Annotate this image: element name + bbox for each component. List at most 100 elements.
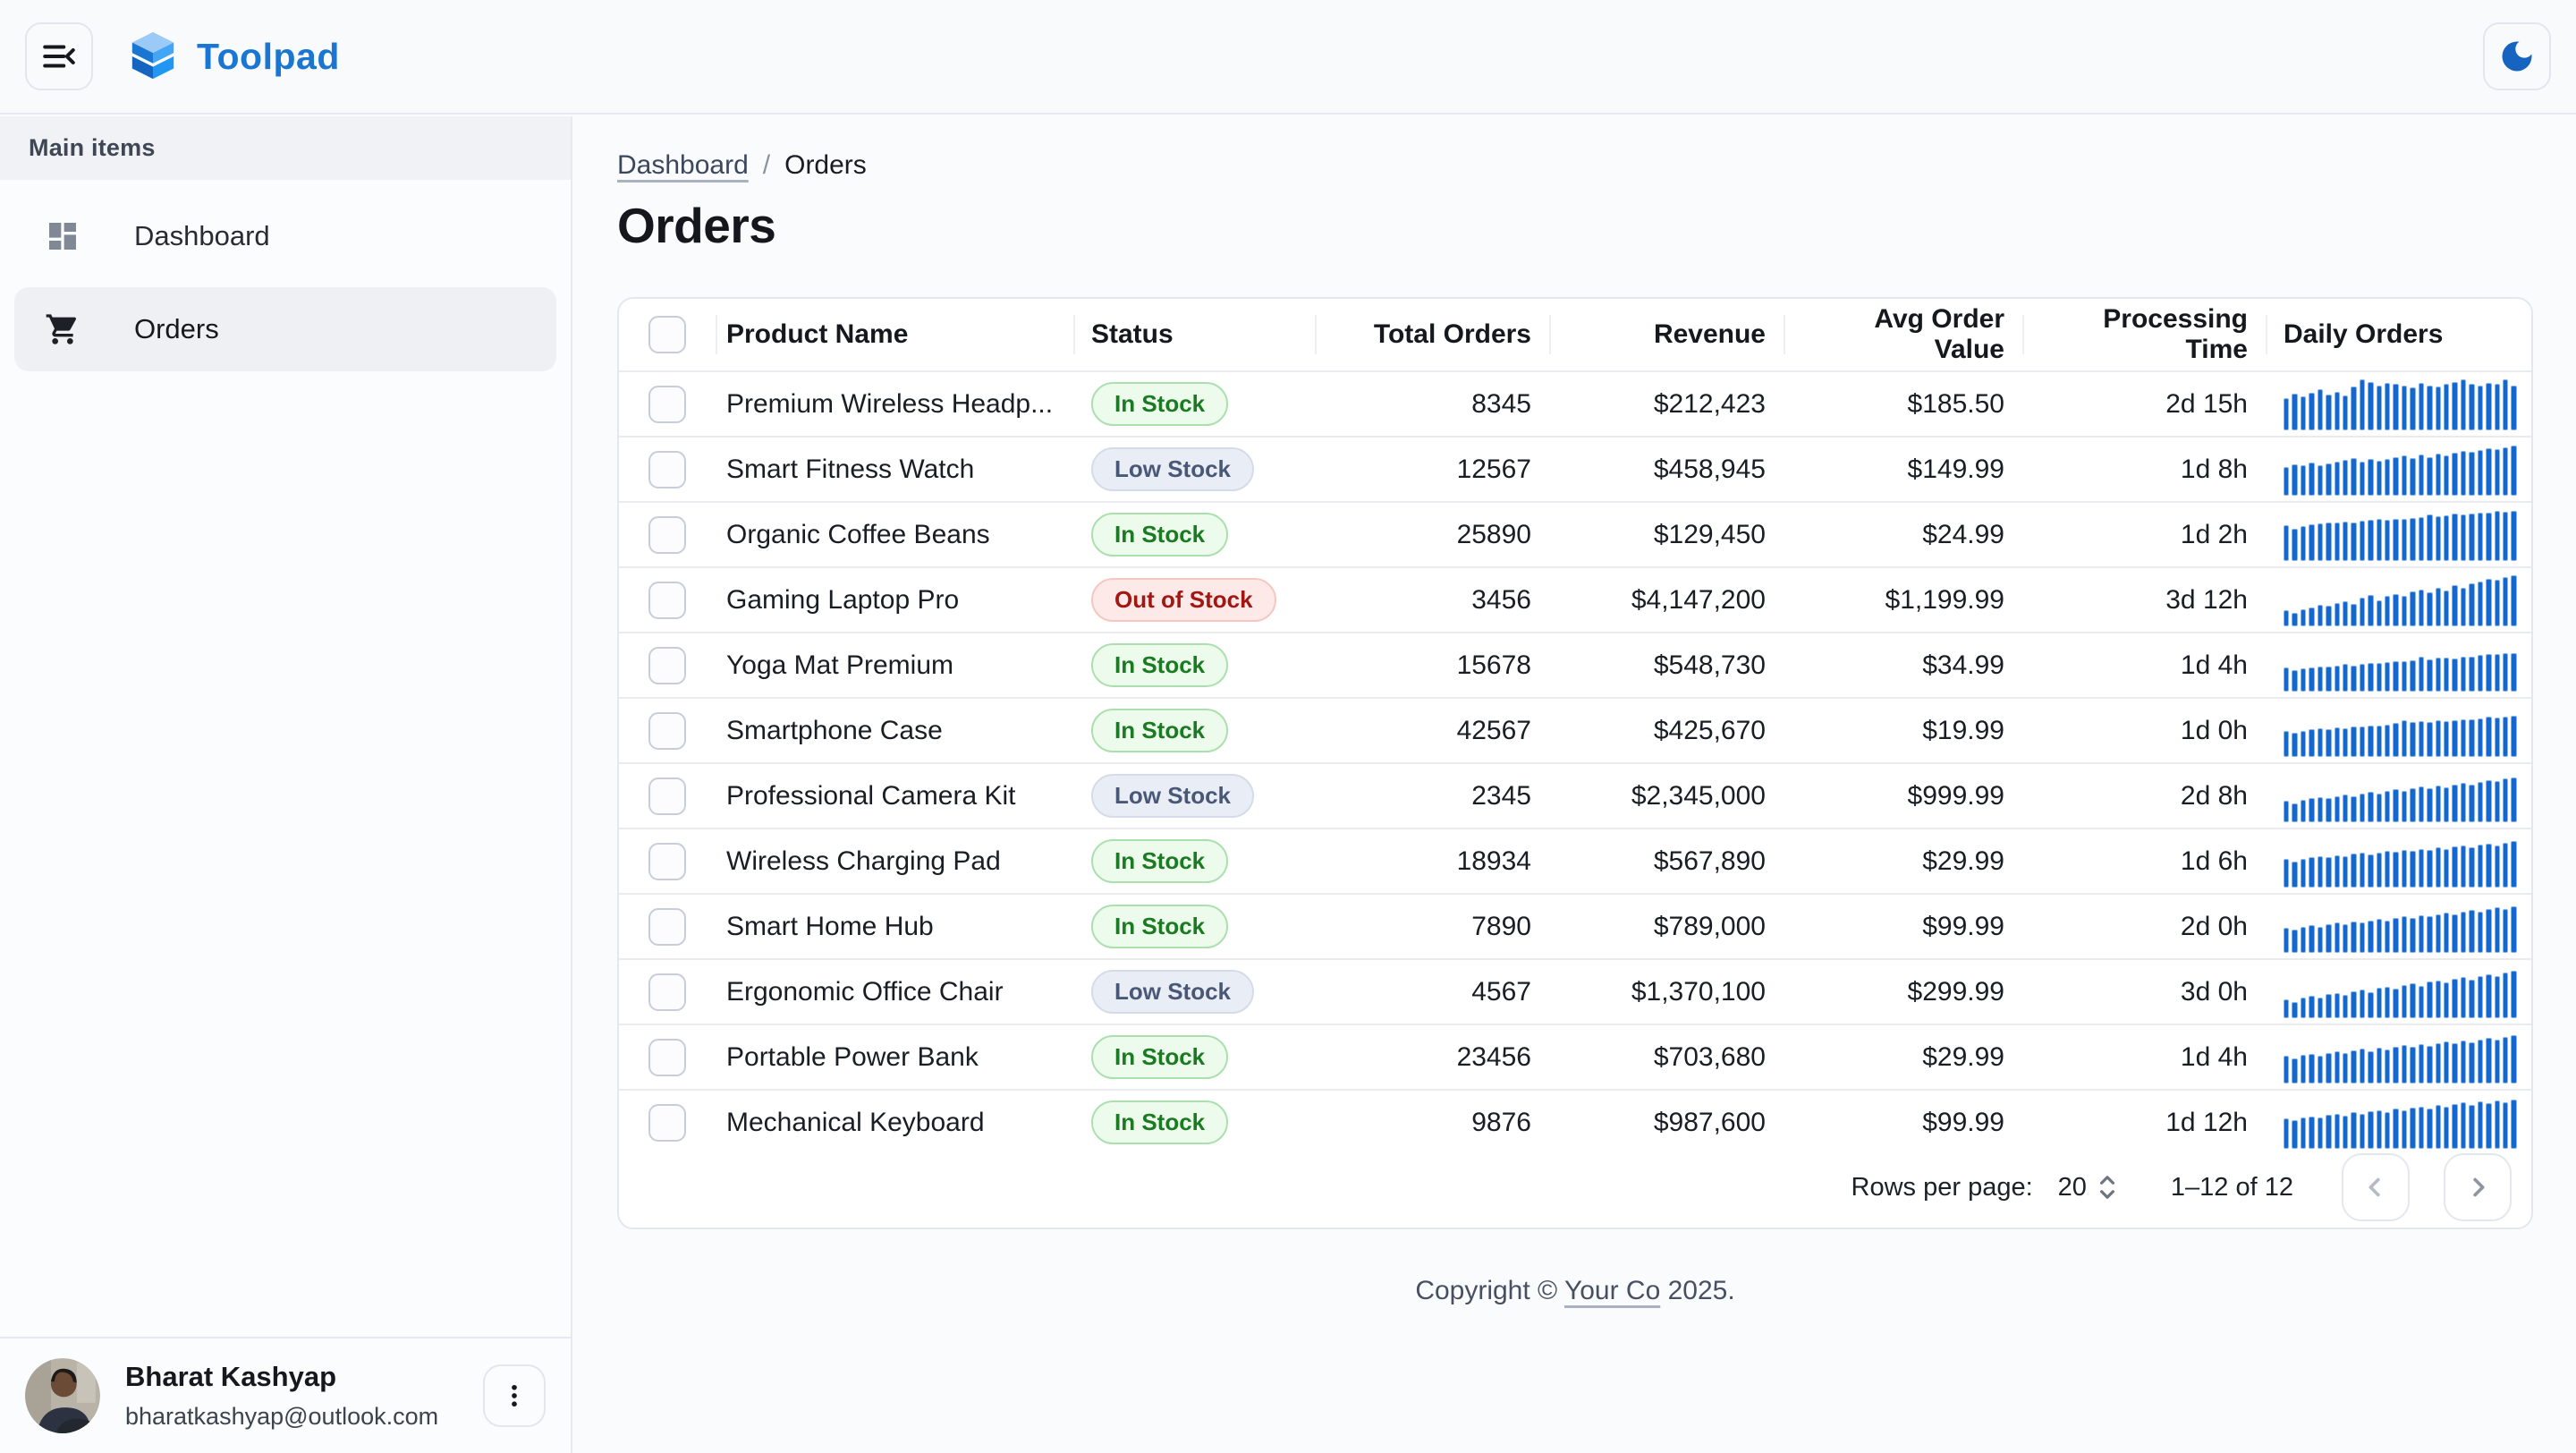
sparkline-bar: [2326, 1053, 2331, 1083]
row-checkbox[interactable]: [648, 582, 686, 619]
table-row: Ergonomic Office ChairLow Stock4567$1,37…: [619, 958, 2531, 1024]
sparkline-bar: [2503, 717, 2508, 757]
daily-orders-sparkline: [2284, 1097, 2517, 1149]
sparkline-bar: [2503, 447, 2508, 495]
sparkline-bar: [2478, 386, 2483, 430]
row-checkbox[interactable]: [648, 777, 686, 815]
status-badge: Out of Stock: [1091, 578, 1276, 622]
sparkline-bar: [2478, 782, 2483, 822]
processing-time-cell: 2d 15h: [2022, 389, 2266, 420]
daily-orders-sparkline: [2284, 770, 2517, 822]
sparkline-bar: [2511, 777, 2516, 822]
rows-per-page-value: 20: [2058, 1173, 2087, 1202]
sparkline-bar: [2334, 727, 2340, 756]
row-checkbox[interactable]: [648, 908, 686, 946]
sidebar-item-dashboard[interactable]: Dashboard: [14, 194, 556, 278]
total-orders-cell: 7890: [1315, 912, 1549, 942]
table-body: Premium Wireless Headp...In Stock8345$21…: [619, 370, 2531, 1154]
total-orders-cell: 23456: [1315, 1042, 1549, 1073]
sparkline-bar: [2511, 971, 2516, 1017]
row-checkbox[interactable]: [648, 451, 686, 489]
product-name-cell: Portable Power Bank: [716, 1042, 1073, 1073]
sparkline-bar: [2461, 451, 2466, 495]
breadcrumb-dashboard-link[interactable]: Dashboard: [617, 150, 749, 181]
row-checkbox-cell: [619, 973, 716, 1011]
sidebar-item-orders[interactable]: Orders: [14, 287, 556, 371]
status-badge: Low Stock: [1091, 447, 1254, 491]
sparkline-bar: [2343, 728, 2348, 757]
row-checkbox[interactable]: [648, 1039, 686, 1076]
avatar[interactable]: [25, 1358, 100, 1433]
sparkline-bar: [2503, 653, 2508, 691]
sparkline-bar: [2343, 924, 2348, 952]
sparkline-bar: [2402, 519, 2407, 560]
row-checkbox[interactable]: [648, 843, 686, 880]
sparkline-bar: [2452, 846, 2457, 887]
next-page-button[interactable]: [2444, 1153, 2512, 1221]
column-header-avg-order-value[interactable]: Avg Order Value: [1784, 299, 2022, 370]
daily-orders-cell: [2266, 509, 2533, 561]
sparkline-bar: [2318, 797, 2323, 822]
rows-per-page-select[interactable]: 20: [2058, 1173, 2119, 1202]
collapse-menu-button[interactable]: [25, 22, 93, 90]
sparkline-bar: [2351, 387, 2356, 430]
column-header-total-orders[interactable]: Total Orders: [1315, 299, 1549, 370]
sparkline-bar: [2503, 909, 2508, 952]
row-checkbox[interactable]: [648, 712, 686, 750]
sparkline-bar: [2309, 524, 2314, 561]
sparkline-bar: [2334, 1051, 2340, 1083]
table-header-row: Product Name Status Total Orders Revenue…: [619, 299, 2531, 370]
sparkline-bar: [2461, 379, 2466, 430]
sparkline-bar: [2461, 912, 2466, 953]
theme-toggle-button[interactable]: [2483, 22, 2551, 90]
column-header-revenue[interactable]: Revenue: [1549, 299, 1784, 370]
sparkline-bar: [2469, 910, 2474, 953]
sparkline-bar: [2511, 841, 2516, 887]
select-all-checkbox[interactable]: [648, 316, 686, 353]
row-checkbox[interactable]: [648, 1104, 686, 1142]
sparkline-bar: [2436, 516, 2441, 560]
row-checkbox-cell: [619, 516, 716, 554]
sparkline-bar: [2436, 1043, 2441, 1083]
sparkline-bar: [2334, 392, 2340, 430]
row-checkbox[interactable]: [648, 386, 686, 423]
sparkline-bar: [2343, 522, 2348, 561]
sparkline-bar: [2284, 1118, 2289, 1149]
sparkline-bar: [2436, 1105, 2441, 1148]
sparkline-bar: [2427, 514, 2432, 560]
sparkline-bar: [2318, 389, 2323, 430]
sparkline-bar: [2402, 386, 2407, 430]
sparkline-bar: [2334, 922, 2340, 953]
sparkline-bar: [2503, 778, 2508, 821]
daily-orders-sparkline: [2284, 705, 2517, 757]
user-section: Bharat Kashyap bharatkashyap@outlook.com: [0, 1337, 571, 1453]
column-header-status[interactable]: Status: [1073, 299, 1315, 370]
sparkline-bar: [2495, 449, 2500, 495]
column-header-product-name[interactable]: Product Name: [716, 299, 1073, 370]
sparkline-bar: [2301, 1117, 2306, 1149]
copyright-suffix: 2025.: [1660, 1276, 1734, 1305]
sparkline-bar: [2393, 384, 2398, 429]
company-link[interactable]: Your Co: [1564, 1276, 1660, 1305]
total-orders-cell: 4567: [1315, 977, 1549, 1007]
sparkline-bar: [2368, 1051, 2373, 1083]
daily-orders-sparkline: [2284, 901, 2517, 953]
processing-time-cell: 1d 2h: [2022, 520, 2266, 550]
row-checkbox[interactable]: [648, 647, 686, 684]
sparkline-bar: [2385, 662, 2390, 691]
previous-page-button[interactable]: [2342, 1153, 2410, 1221]
sparkline-bar: [2393, 789, 2398, 822]
sparkline-bar: [2326, 463, 2331, 496]
sparkline-bar: [2360, 1114, 2365, 1148]
user-menu-button[interactable]: [483, 1364, 546, 1427]
sparkline-bar: [2469, 514, 2474, 561]
column-header-processing-time[interactable]: Processing Time: [2022, 299, 2266, 370]
sparkline-bar: [2377, 794, 2382, 821]
sparkline-bar: [2461, 1041, 2466, 1083]
column-header-daily-orders[interactable]: Daily Orders: [2266, 299, 2533, 370]
row-checkbox[interactable]: [648, 973, 686, 1011]
sparkline-bar: [2284, 731, 2289, 757]
sparkline-bar: [2486, 909, 2491, 953]
processing-time-cell: 2d 8h: [2022, 781, 2266, 811]
row-checkbox[interactable]: [648, 516, 686, 554]
